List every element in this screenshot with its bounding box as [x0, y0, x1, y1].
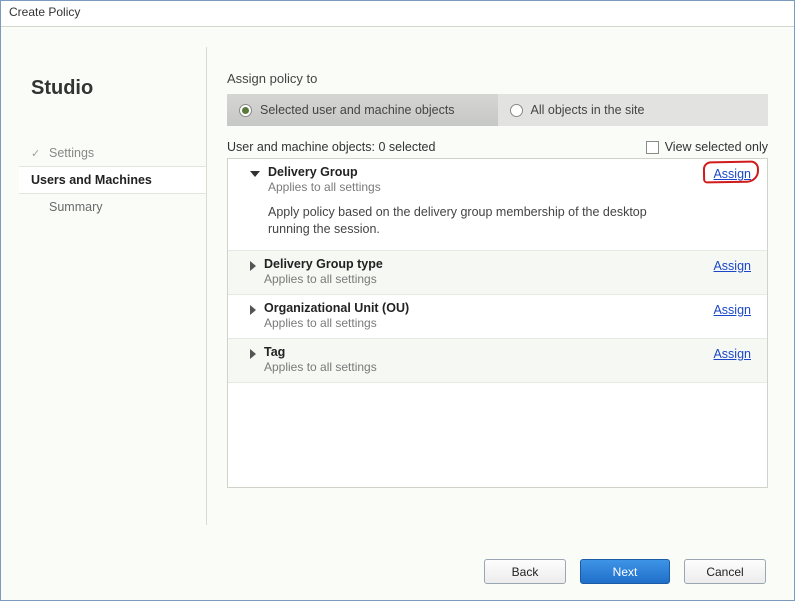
caret-right-icon[interactable]	[250, 261, 256, 271]
object-subtitle: Applies to all settings	[268, 180, 381, 194]
sidebar: Studio Settings Users and Machines Summa…	[1, 27, 206, 545]
main-panel: Assign policy to Selected user and machi…	[207, 27, 794, 545]
caret-right-icon[interactable]	[250, 305, 256, 315]
assign-link[interactable]: Assign	[713, 167, 751, 181]
step-label: Users and Machines	[31, 173, 152, 187]
cancel-button[interactable]: Cancel	[684, 559, 766, 584]
back-button[interactable]: Back	[484, 559, 566, 584]
step-users-and-machines[interactable]: Users and Machines	[19, 166, 206, 194]
view-selected-only-toggle[interactable]: View selected only	[646, 140, 768, 154]
window-body: Studio Settings Users and Machines Summa…	[1, 27, 794, 545]
object-tag: Tag Applies to all settings Assign	[228, 339, 767, 383]
radio-icon	[239, 104, 252, 117]
object-title: Tag	[264, 345, 377, 359]
object-list-header: User and machine objects: 0 selected Vie…	[227, 140, 768, 154]
step-summary[interactable]: Summary	[31, 194, 188, 220]
next-button[interactable]: Next	[580, 559, 670, 584]
assign-link[interactable]: Assign	[713, 259, 751, 273]
brand-title: Studio	[31, 77, 188, 100]
object-delivery-group: Delivery Group Applies to all settings A…	[228, 159, 767, 251]
object-subtitle: Applies to all settings	[264, 272, 383, 286]
assign-link[interactable]: Assign	[713, 347, 751, 361]
assign-link[interactable]: Assign	[713, 303, 751, 317]
object-organizational-unit: Organizational Unit (OU) Applies to all …	[228, 295, 767, 339]
object-title: Delivery Group	[268, 165, 381, 179]
window-title: Create Policy	[1, 1, 794, 27]
assign-scope-toggle: Selected user and machine objects All ob…	[227, 94, 768, 126]
option-label: All objects in the site	[531, 103, 645, 117]
checkbox-icon	[646, 141, 659, 154]
step-label: Settings	[49, 146, 94, 160]
view-selected-only-label: View selected only	[665, 140, 768, 154]
option-selected-objects[interactable]: Selected user and machine objects	[227, 94, 498, 126]
caret-down-icon[interactable]	[250, 171, 260, 177]
object-subtitle: Applies to all settings	[264, 360, 377, 374]
object-description: Apply policy based on the delivery group…	[268, 204, 668, 238]
create-policy-window: Create Policy Studio Settings Users and …	[0, 0, 795, 601]
radio-icon	[510, 104, 523, 117]
caret-right-icon[interactable]	[250, 349, 256, 359]
step-label: Summary	[49, 200, 102, 214]
object-list: Delivery Group Applies to all settings A…	[227, 158, 768, 488]
wizard-footer: Back Next Cancel	[1, 545, 794, 600]
option-label: Selected user and machine objects	[260, 103, 455, 117]
step-settings[interactable]: Settings	[31, 140, 188, 166]
wizard-steps: Settings Users and Machines Summary	[31, 140, 188, 220]
option-all-objects[interactable]: All objects in the site	[498, 94, 769, 126]
object-subtitle: Applies to all settings	[264, 316, 409, 330]
selected-count-label: User and machine objects: 0 selected	[227, 140, 435, 154]
assign-policy-label: Assign policy to	[227, 71, 768, 86]
object-title: Organizational Unit (OU)	[264, 301, 409, 315]
object-title: Delivery Group type	[264, 257, 383, 271]
object-delivery-group-type: Delivery Group type Applies to all setti…	[228, 251, 767, 295]
